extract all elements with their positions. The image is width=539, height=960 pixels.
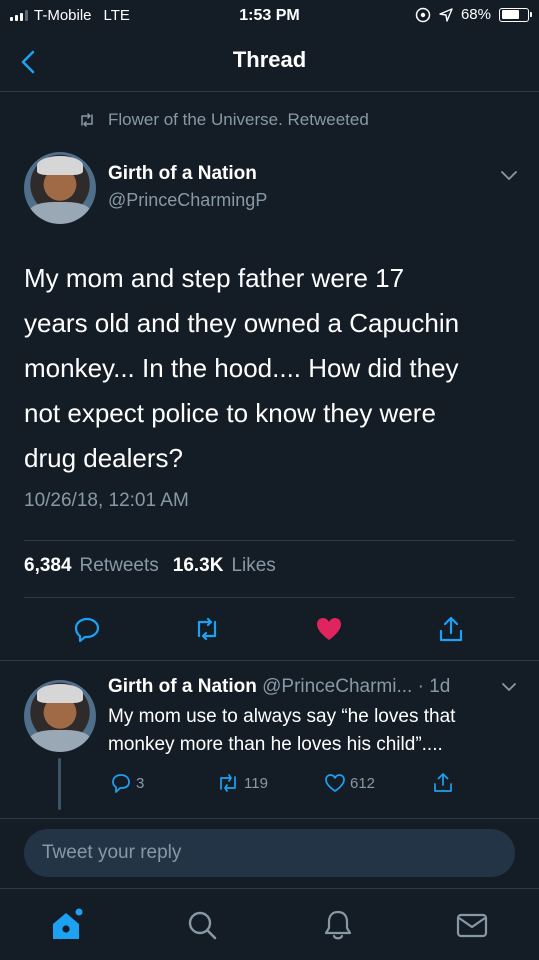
reply-icon[interactable] xyxy=(72,614,102,644)
reply-text-line: My mom use to always say “he loves that xyxy=(108,706,456,727)
retweets-stat[interactable]: 6,384 Retweets xyxy=(24,555,159,577)
tweet-timestamp: 10/26/18, 12:01 AM xyxy=(24,490,189,511)
reply-author-name[interactable]: Girth of a Nation xyxy=(108,676,257,697)
search-icon[interactable] xyxy=(184,907,220,943)
share-icon xyxy=(434,773,452,792)
tweet-text-line: years old and they owned a Capuchin xyxy=(24,308,460,338)
reply-input[interactable] xyxy=(24,829,515,877)
divider xyxy=(24,540,515,541)
reply-author-handle[interactable]: @PrinceCharmi... xyxy=(262,676,412,697)
nav-header: Thread xyxy=(0,32,539,92)
reply-retweet-button[interactable]: 119 xyxy=(216,772,268,794)
avatar[interactable] xyxy=(24,152,96,224)
retweet-context-label: Flower of the Universe. Retweeted xyxy=(108,110,369,129)
page-title: Thread xyxy=(232,47,307,72)
reply-age: 1d xyxy=(429,676,451,697)
retweet-icon xyxy=(220,774,236,792)
tab-bar xyxy=(0,888,539,960)
battery-icon xyxy=(499,7,532,22)
tweet-stats: 6,384 Retweets 16.3K Likes xyxy=(24,555,282,577)
likes-stat[interactable]: 16.3K Likes xyxy=(173,555,276,577)
likes-label: Likes xyxy=(231,555,276,576)
avatar[interactable] xyxy=(24,680,96,752)
orientation-lock-icon xyxy=(415,7,431,22)
reply-text: My mom use to always say “he loves that … xyxy=(108,703,523,759)
location-icon xyxy=(439,7,453,22)
like-icon[interactable] xyxy=(314,614,344,644)
battery-fill xyxy=(501,10,519,19)
retweets-count: 6,384 xyxy=(24,555,72,576)
reply-actions: 3 119 612 xyxy=(0,770,539,800)
author-name[interactable]: Girth of a Nation xyxy=(108,163,257,185)
home-icon[interactable] xyxy=(48,907,84,943)
retweets-label: Retweets xyxy=(79,555,159,576)
tweet-text: My mom and step father were 17 years old… xyxy=(24,256,524,481)
chevron-down-icon[interactable] xyxy=(500,170,518,182)
retweet-icon xyxy=(81,113,93,127)
tweet-text-line: not expect police to know they were xyxy=(24,398,436,428)
retweet-count: 119 xyxy=(244,774,268,792)
reply-icon xyxy=(112,774,130,793)
author-handle[interactable]: @PrinceCharmingP xyxy=(108,190,267,211)
status-indicators: 68% xyxy=(415,6,532,23)
reply-like-button[interactable]: 612 xyxy=(324,772,375,794)
tweet-text-line: drug dealers? xyxy=(24,443,183,473)
retweet-icon[interactable] xyxy=(192,614,222,644)
messages-icon[interactable] xyxy=(454,907,490,943)
reply-reply-button[interactable]: 3 xyxy=(110,772,144,794)
tweet-actions xyxy=(0,610,539,646)
reply-compose-bar xyxy=(0,818,539,888)
battery-percent: 68% xyxy=(460,6,491,23)
chevron-down-icon[interactable] xyxy=(500,681,518,693)
reply-text-line: monkey more than he loves his child”.... xyxy=(108,734,443,755)
like-icon xyxy=(325,774,345,792)
likes-count: 16.3K xyxy=(172,555,224,576)
reply-share-button[interactable] xyxy=(432,772,454,794)
retweet-context[interactable]: Flower of the Universe. Retweeted xyxy=(78,110,369,130)
notifications-icon[interactable] xyxy=(320,907,356,943)
thread-screen: T-Mobile LTE 1:53 PM 68% Thread Flower o… xyxy=(0,0,539,960)
reply-count: 3 xyxy=(136,774,145,792)
like-count: 612 xyxy=(350,774,376,792)
share-icon[interactable] xyxy=(436,614,466,644)
tweet-text-line: My mom and step father were 17 xyxy=(24,263,405,293)
divider xyxy=(24,597,515,598)
reply-separator: · xyxy=(417,676,424,697)
reply-header: Girth of a Nation @PrinceCharmi... · 1d xyxy=(108,676,450,698)
status-bar: T-Mobile LTE 1:53 PM 68% xyxy=(0,0,539,32)
divider xyxy=(0,660,539,661)
tweet-text-line: monkey... In the hood.... How did they xyxy=(24,353,459,383)
